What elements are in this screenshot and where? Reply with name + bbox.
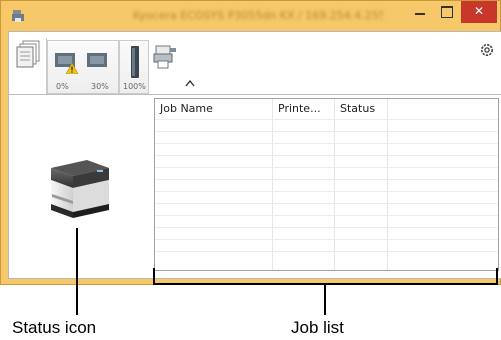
table-row <box>155 143 498 155</box>
toner-group[interactable]: 100% <box>119 40 149 94</box>
caret-up-icon[interactable] <box>185 79 195 87</box>
job-list-table[interactable]: Job Name Printe... Status <box>154 98 499 271</box>
paper-trays-group[interactable]: 0% 30% <box>47 40 119 94</box>
table-row <box>155 251 498 263</box>
client-area: 0% 30% 100% Job Name Printe... Status <box>8 31 501 279</box>
table-row <box>155 119 498 131</box>
title-bar[interactable]: Kyocera ECOSYS P3055dn KX / 169.254.4.25… <box>1 1 500 31</box>
job-list-bracket-right <box>496 268 498 285</box>
printer-status-icon <box>51 160 109 218</box>
device-info-group[interactable] <box>149 40 181 94</box>
table-row <box>155 191 498 203</box>
table-row <box>155 179 498 191</box>
status-icon-pointer-line <box>76 228 78 315</box>
toner-cartridge-icon <box>131 46 139 78</box>
paper-tray-icon <box>87 53 107 67</box>
job-list-caption: Job list <box>291 318 344 337</box>
table-row <box>155 131 498 143</box>
toolbar-divider <box>9 94 501 95</box>
table-row <box>155 215 498 227</box>
job-list-header: Job Name Printe... Status <box>155 99 498 119</box>
document-stack-icon[interactable] <box>15 40 41 70</box>
table-row <box>155 167 498 179</box>
column-header-job-name[interactable]: Job Name <box>160 102 213 115</box>
computer-printer-icon <box>153 45 176 69</box>
printer-app-icon <box>12 10 24 22</box>
tray-1-level: 0% <box>56 82 69 91</box>
column-header-printer[interactable]: Printe... <box>278 102 321 115</box>
tray-2-level: 30% <box>91 82 109 91</box>
job-list-pointer-line <box>324 285 326 315</box>
close-button[interactable] <box>461 1 497 23</box>
minimize-button[interactable] <box>407 1 433 23</box>
toner-level: 100% <box>123 82 146 91</box>
status-icon-caption: Status icon <box>12 318 97 337</box>
warning-icon <box>66 63 78 74</box>
table-row <box>155 155 498 167</box>
job-list-rows <box>155 119 498 263</box>
table-row <box>155 227 498 239</box>
settings-gear-icon[interactable] <box>479 42 495 58</box>
status-toolbar: 0% 30% 100% <box>9 32 195 94</box>
column-header-status[interactable]: Status <box>340 102 375 115</box>
maximize-button[interactable] <box>433 1 459 23</box>
window-title: Kyocera ECOSYS P3055dn KX / 169.254.4.25… <box>133 9 383 22</box>
table-row <box>155 203 498 215</box>
table-row <box>155 239 498 251</box>
